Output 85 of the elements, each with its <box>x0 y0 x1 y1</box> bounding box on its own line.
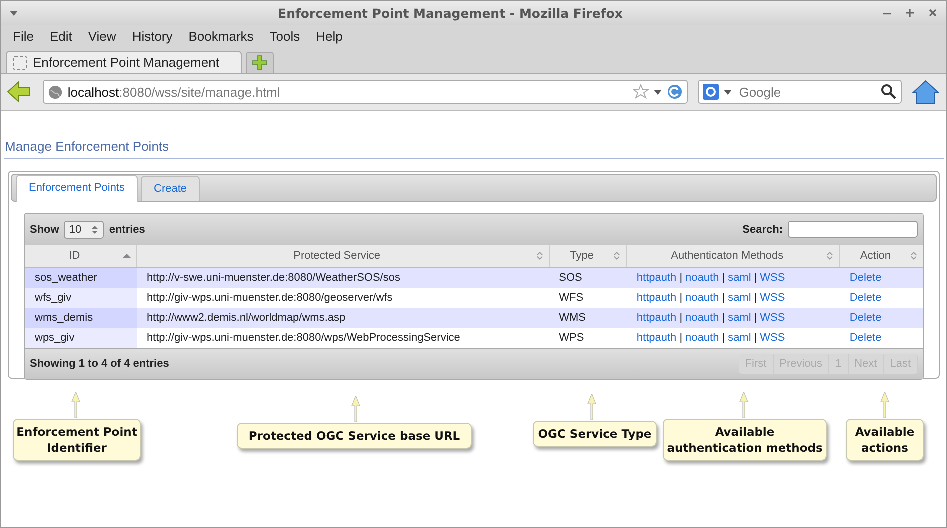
separator: | <box>753 332 758 344</box>
table-cell: wps_giv <box>25 328 137 348</box>
table-cell: sos_weather <box>25 268 137 288</box>
entries-info: Showing 1 to 4 of 4 entries <box>30 358 170 370</box>
globe-icon <box>48 84 63 100</box>
separator: | <box>721 272 726 284</box>
column-header[interactable]: Protected Service <box>136 245 550 268</box>
method-link[interactable]: WSS <box>760 312 786 324</box>
method-link[interactable]: noauth <box>686 312 720 324</box>
method-link[interactable]: WSS <box>760 272 786 284</box>
column-header[interactable]: Action <box>840 245 923 268</box>
separator: | <box>721 312 726 324</box>
menu-item[interactable]: History <box>124 28 181 44</box>
separator: | <box>753 312 758 324</box>
method-link[interactable]: WSS <box>760 292 786 304</box>
method-link[interactable]: WSS <box>760 332 786 344</box>
dropdown-icon[interactable] <box>654 88 662 96</box>
search-engine-icon[interactable] <box>703 84 720 100</box>
table-cell: SOS <box>549 268 627 288</box>
browser-tab[interactable]: Enforcement Point Management <box>6 51 242 73</box>
search-input[interactable] <box>788 221 918 238</box>
separator: | <box>678 332 684 344</box>
separator: | <box>678 312 684 324</box>
method-link[interactable]: noauth <box>686 292 720 304</box>
method-link[interactable]: httpauth <box>636 312 677 324</box>
address-field[interactable]: localhost:8080/wss/site/manage.html <box>42 80 688 104</box>
table-cell: wms_demis <box>25 308 137 328</box>
page-heading: Manage Enforcement Points <box>4 139 944 159</box>
back-arrow-icon[interactable] <box>7 81 31 103</box>
window-title: Enforcement Point Management - Mozilla Firefox <box>277 6 624 20</box>
table-cell: wfs_giv <box>25 288 137 308</box>
search-field[interactable]: Google <box>698 80 902 104</box>
separator: | <box>753 292 758 304</box>
table-cell: http://v-swe.uni-muenster.de:8080/WeatherSOS/sos <box>136 268 550 288</box>
method-link[interactable]: saml <box>728 332 752 344</box>
page-tab[interactable]: Create <box>141 176 200 201</box>
home-icon[interactable] <box>912 79 940 105</box>
maximize-icon[interactable] <box>905 8 915 18</box>
arrow-icon <box>587 394 597 420</box>
separator: | <box>678 272 684 284</box>
delete-link[interactable]: Delete <box>850 332 882 344</box>
reload-icon[interactable] <box>667 84 684 100</box>
show-label: Show <box>30 224 60 236</box>
table-cell: http://www2.demis.nl/worldmap/wms.asp <box>136 308 550 328</box>
menu-item[interactable]: View <box>80 28 124 44</box>
search-icon[interactable] <box>881 84 898 100</box>
delete-link[interactable]: Delete <box>850 292 882 304</box>
table-cell: WMS <box>549 308 627 328</box>
menu-item[interactable]: Edit <box>42 28 80 44</box>
method-link[interactable]: saml <box>728 312 752 324</box>
arrow-icon <box>880 392 890 418</box>
method-link[interactable]: saml <box>728 292 752 304</box>
method-link[interactable]: noauth <box>686 272 720 284</box>
table-cell: WFS <box>549 288 627 308</box>
column-header[interactable]: ID <box>25 245 137 268</box>
table-cell: http://giv-wps.uni-muenster.de:8080/wps/WebProcessingService <box>136 328 550 348</box>
column-header[interactable]: Type <box>549 245 627 268</box>
separator: | <box>721 292 726 304</box>
column-header[interactable]: Authenticaton Methods <box>626 245 840 268</box>
separator: | <box>721 332 726 344</box>
page-tab[interactable]: Enforcement Points <box>16 175 138 202</box>
arrow-icon <box>739 392 749 418</box>
close-icon[interactable] <box>928 8 938 18</box>
entries-select[interactable]: 10 <box>64 220 104 238</box>
spinner-icon[interactable] <box>91 224 100 236</box>
table-cell: http://giv-wps.uni-muenster.de:8080/geoserver/wfs <box>136 288 550 308</box>
star-icon[interactable] <box>633 84 650 100</box>
method-link[interactable]: httpauth <box>636 332 677 344</box>
menu-item[interactable]: Help <box>308 28 351 44</box>
menu-item[interactable]: Bookmarks <box>180 28 262 44</box>
dropdown-icon[interactable] <box>724 88 732 96</box>
method-link[interactable]: httpauth <box>636 272 677 284</box>
method-link[interactable]: saml <box>728 272 752 284</box>
window-menu-icon[interactable] <box>9 8 19 18</box>
menu-item[interactable]: Tools <box>262 28 308 44</box>
entries-label: entries <box>109 224 146 236</box>
arrow-icon <box>71 392 81 418</box>
separator: | <box>753 272 758 284</box>
arrow-icon <box>351 396 361 422</box>
method-link[interactable]: httpauth <box>636 292 677 304</box>
url-text: localhost:8080/wss/site/manage.html <box>68 84 282 100</box>
separator: | <box>678 292 684 304</box>
method-link[interactable]: noauth <box>686 332 720 344</box>
search-label: Search: <box>742 224 783 236</box>
menu-item[interactable]: File <box>5 28 42 44</box>
